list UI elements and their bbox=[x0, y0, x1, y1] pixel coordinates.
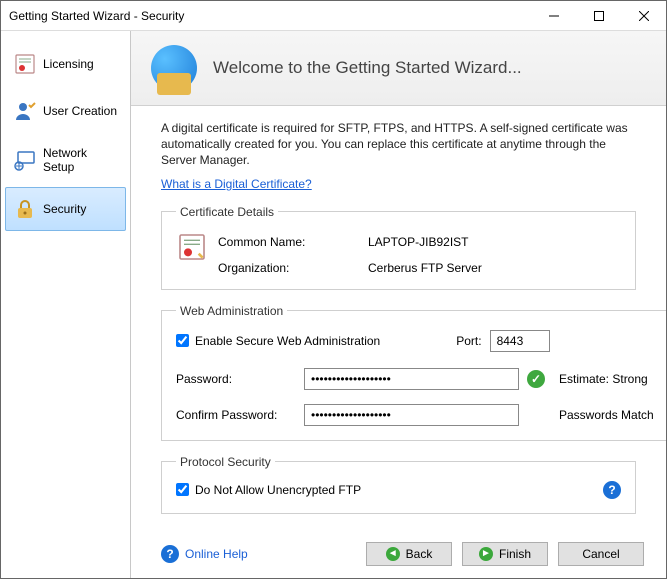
passwords-match-label: Passwords Match bbox=[559, 408, 666, 422]
organization-value: Cerberus FTP Server bbox=[368, 261, 482, 275]
certificate-details-group: Certificate Details Common Name: LAPTOP-… bbox=[161, 205, 636, 290]
enable-secure-webadmin-checkbox[interactable] bbox=[176, 334, 189, 347]
port-label: Port: bbox=[456, 334, 481, 348]
password-input[interactable] bbox=[304, 368, 519, 390]
common-name-label: Common Name: bbox=[218, 235, 338, 249]
port-input[interactable] bbox=[490, 330, 550, 352]
footer: ? Online Help ◄ Back ► Finish Cancel bbox=[131, 530, 666, 578]
no-unencrypted-ftp-label: Do Not Allow Unencrypted FTP bbox=[195, 483, 361, 497]
lock-icon bbox=[13, 197, 37, 221]
sidebar-item-network-setup[interactable]: Network Setup bbox=[5, 136, 126, 184]
protocol-security-legend: Protocol Security bbox=[176, 455, 275, 469]
no-unencrypted-ftp-checkbox[interactable] bbox=[176, 483, 189, 496]
minimize-button[interactable] bbox=[531, 1, 576, 30]
certificate-details-legend: Certificate Details bbox=[176, 205, 278, 219]
sidebar-item-user-creation[interactable]: User Creation bbox=[5, 89, 126, 133]
check-ok-icon: ✓ bbox=[527, 370, 545, 388]
certificate-icon bbox=[13, 52, 37, 76]
confirm-password-input[interactable] bbox=[304, 404, 519, 426]
back-button-label: Back bbox=[406, 547, 433, 561]
help-icon[interactable]: ? bbox=[603, 481, 621, 499]
page-title: Welcome to the Getting Started Wizard... bbox=[213, 58, 522, 78]
header-band: Welcome to the Getting Started Wizard... bbox=[131, 31, 666, 106]
titlebar: Getting Started Wizard - Security bbox=[1, 1, 666, 31]
protocol-security-group: Protocol Security Do Not Allow Unencrypt… bbox=[161, 455, 636, 514]
arrow-right-icon: ► bbox=[479, 547, 493, 561]
sidebar-item-label: User Creation bbox=[43, 104, 117, 118]
web-administration-group: Web Administration Enable Secure Web Adm… bbox=[161, 304, 666, 441]
intro-text: A digital certificate is required for SF… bbox=[161, 120, 636, 169]
sidebar-item-licensing[interactable]: Licensing bbox=[5, 42, 126, 86]
user-icon bbox=[13, 99, 37, 123]
arrow-left-icon: ◄ bbox=[386, 547, 400, 561]
sidebar-item-label: Security bbox=[43, 202, 86, 216]
confirm-password-label: Confirm Password: bbox=[176, 408, 296, 422]
what-is-certificate-link[interactable]: What is a Digital Certificate? bbox=[161, 177, 312, 191]
online-help-label: Online Help bbox=[185, 547, 248, 561]
sidebar: Licensing User Creation Network Setup Se… bbox=[1, 31, 131, 578]
password-label: Password: bbox=[176, 372, 296, 386]
sidebar-item-security[interactable]: Security bbox=[5, 187, 126, 231]
help-icon: ? bbox=[161, 545, 179, 563]
globe-folder-icon bbox=[151, 45, 197, 91]
close-button[interactable] bbox=[621, 1, 666, 30]
network-icon bbox=[13, 148, 37, 172]
cancel-button[interactable]: Cancel bbox=[558, 542, 644, 566]
organization-label: Organization: bbox=[218, 261, 338, 275]
finish-button-label: Finish bbox=[499, 547, 531, 561]
maximize-button[interactable] bbox=[576, 1, 621, 30]
online-help-link[interactable]: ? Online Help bbox=[161, 545, 248, 563]
finish-button[interactable]: ► Finish bbox=[462, 542, 548, 566]
cancel-button-label: Cancel bbox=[582, 547, 619, 561]
common-name-value: LAPTOP-JIB92IST bbox=[368, 235, 482, 249]
window-title: Getting Started Wizard - Security bbox=[9, 9, 531, 23]
back-button[interactable]: ◄ Back bbox=[366, 542, 452, 566]
password-estimate-label: Estimate: Strong bbox=[559, 372, 666, 386]
sidebar-item-label: Licensing bbox=[43, 57, 94, 71]
certificate-badge-icon bbox=[176, 231, 208, 263]
enable-secure-webadmin-label: Enable Secure Web Administration bbox=[195, 334, 380, 348]
sidebar-item-label: Network Setup bbox=[43, 146, 118, 174]
web-administration-legend: Web Administration bbox=[176, 304, 287, 318]
